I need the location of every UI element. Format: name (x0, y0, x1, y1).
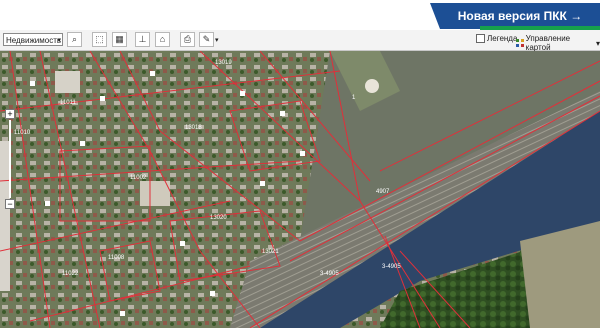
new-version-label[interactable]: Новая версия ПКК → (458, 9, 582, 23)
map-label: 11010 (14, 130, 31, 136)
zoom-control[interactable]: + − (5, 109, 15, 209)
legend-checkbox[interactable] (476, 34, 485, 43)
layers-grid-icon (516, 39, 524, 47)
layer-select-value: Недвижимость (6, 36, 62, 45)
measure-icon[interactable]: ⊥ (135, 32, 150, 47)
zoom-out-button[interactable]: − (5, 199, 15, 209)
zoom-in-button[interactable]: + (5, 109, 15, 119)
building-block (55, 71, 80, 93)
map-control-label: Управление картой (525, 34, 571, 52)
map-label: 11022 (62, 271, 79, 277)
legend-label: Легенда (487, 34, 518, 43)
legend-toggle[interactable]: Легенда (476, 34, 517, 43)
map-control-menu[interactable]: Управление картой ▾ (516, 34, 600, 52)
layer-select[interactable]: Недвижимость ▾ (3, 33, 63, 46)
chevron-down-icon: ▾ (595, 38, 600, 48)
zoom-slider-track[interactable] (9, 120, 11, 198)
map-label: 11008 (108, 255, 125, 261)
round-building (365, 79, 379, 93)
tools-icon[interactable]: ✎ (199, 32, 214, 47)
print-icon[interactable]: ⎙ (180, 32, 195, 47)
tools-chevron-down-icon[interactable]: ▾ (215, 36, 219, 44)
map-label: 13020 (210, 215, 227, 221)
map-toolbar: Недвижимость ▾ ⌕ ⬚ ▦ ⊥ ⌂ ⎙ ✎ ▾ Легенда У… (0, 30, 600, 52)
map-label: 13021 (262, 249, 279, 255)
building-icon[interactable]: ⌂ (155, 32, 170, 47)
map-label: 13019 (215, 60, 232, 66)
map-label: 3-4905 (320, 271, 339, 277)
map-label: 13018 (185, 125, 202, 131)
map-label: 3-4905 (382, 264, 401, 270)
map-label: 4907 (376, 189, 390, 195)
map-label: 11002 (130, 175, 147, 181)
satellite-map[interactable]: 11011 11010 13019 13018 13020 13021 1100… (0, 51, 600, 328)
map-view-icon[interactable]: ▦ (112, 32, 127, 47)
building-block (140, 181, 170, 206)
top-bar: Новая версия ПКК → (0, 0, 600, 30)
select-tool-icon[interactable]: ⬚ (92, 32, 107, 47)
map-label: 11011 (60, 100, 76, 106)
map-canvas[interactable]: 11011 11010 13019 13018 13020 13021 1100… (0, 51, 600, 328)
search-tool-icon[interactable]: ⌕ (67, 32, 82, 47)
chevron-down-icon: ▾ (57, 37, 61, 44)
